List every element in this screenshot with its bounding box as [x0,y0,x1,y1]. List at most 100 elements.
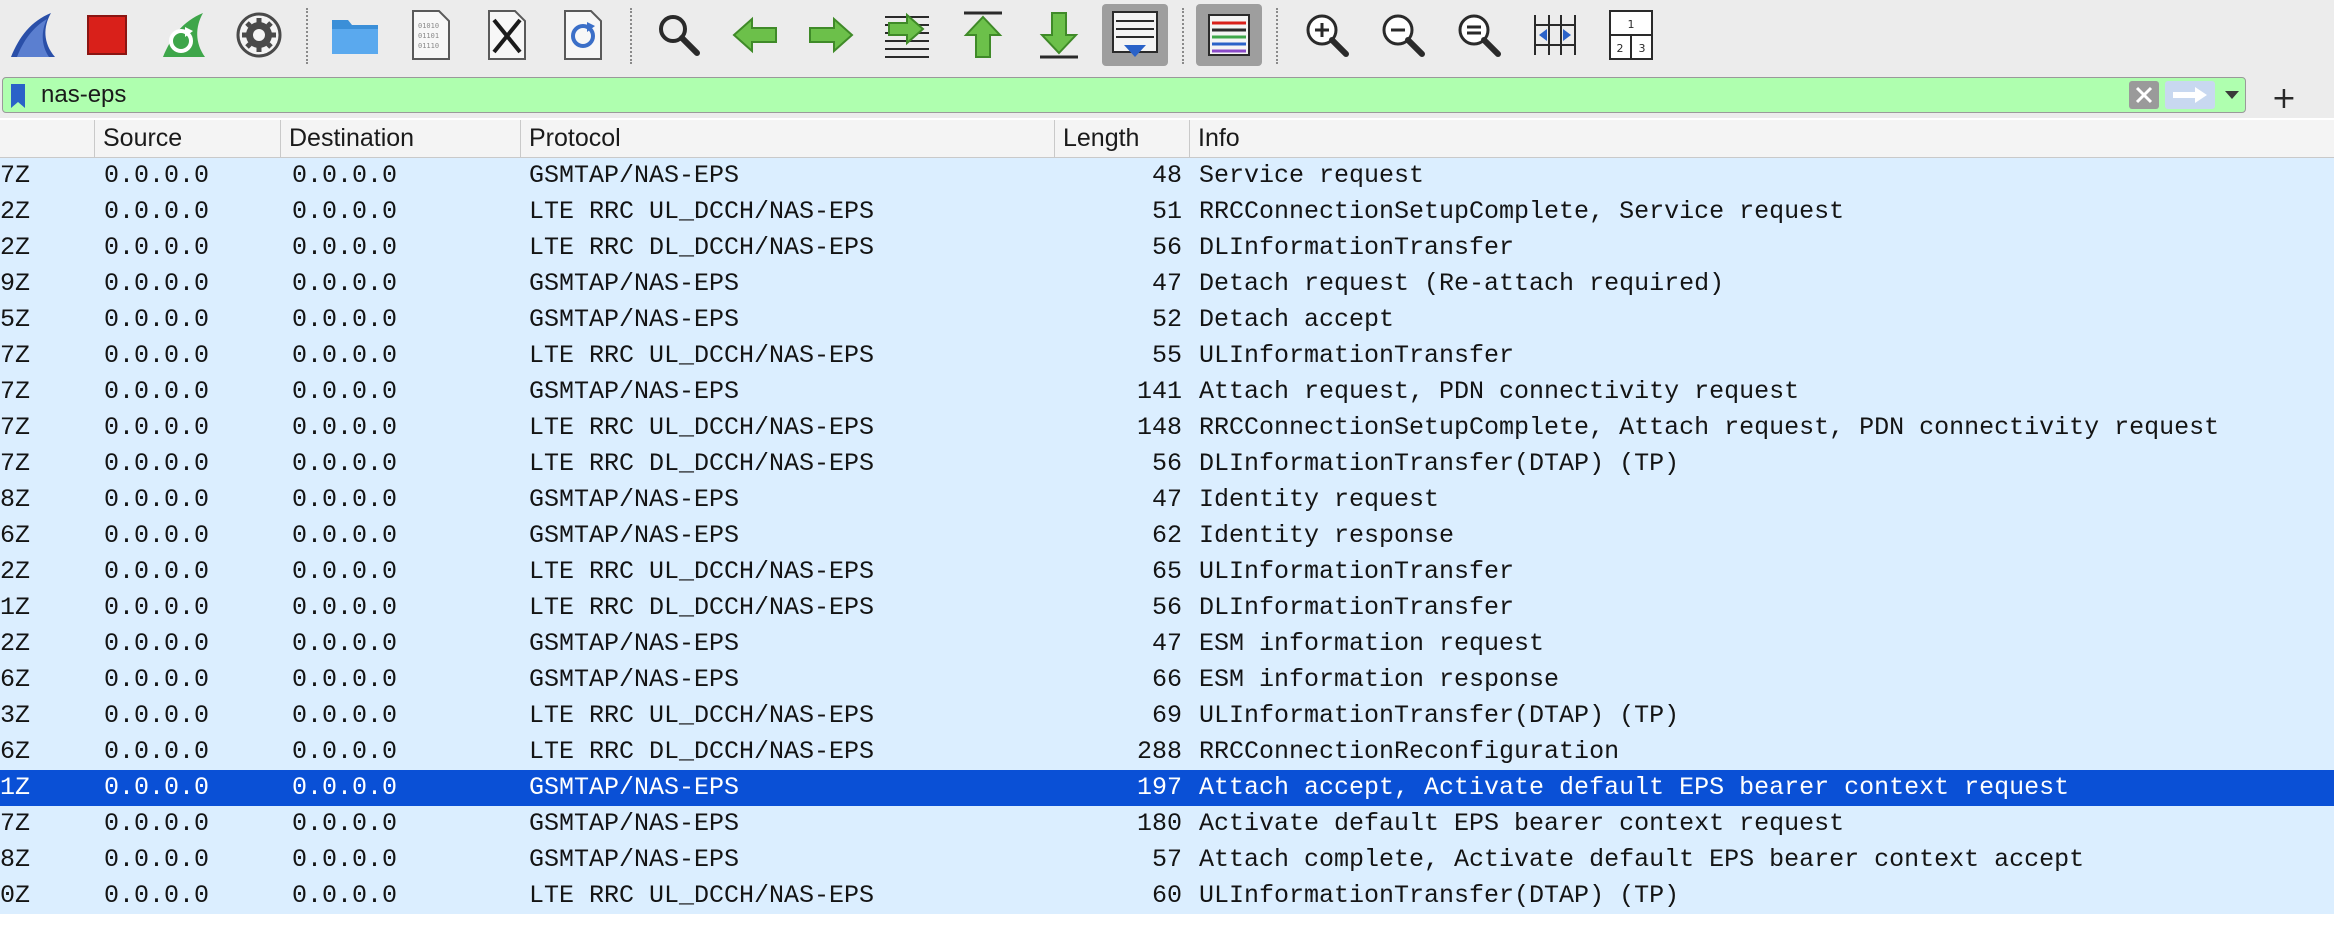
stop-square-icon [87,15,127,55]
packet-info-cell: RRCConnectionReconfiguration [1199,737,1620,766]
packet-destination-cell: 0.0.0.0 [292,845,398,874]
go-forward-button[interactable] [798,4,864,66]
packet-protocol-cell: GSMTAP/NAS-EPS [529,305,740,334]
display-filter-bar [0,74,2334,118]
packet-time-cell: 7Z [0,449,31,478]
packet-info-cell: Activate default EPS bearer context requ… [1199,809,1845,838]
packet-length-cell: 56 [1151,449,1182,478]
packet-row[interactable]: 5Z 0.0.0.0 0.0.0.0 GSMTAP/NAS-EPS 52 Detach a… [0,302,2334,338]
packet-destination-cell: 0.0.0.0 [292,593,398,622]
save-file-button[interactable]: 01010 01101 01110 [398,4,464,66]
packet-row[interactable]: 6Z 0.0.0.0 0.0.0.0 GSMTAP/NAS-EPS 62 Identity… [0,518,2334,554]
go-to-packet-button[interactable] [874,4,940,66]
packet-source-cell: 0.0.0.0 [104,485,210,514]
packet-row[interactable]: 7Z 0.0.0.0 0.0.0.0 GSMTAP/NAS-EPS 141 Attach … [0,374,2334,410]
packet-length-cell: 180 [1136,809,1182,838]
clear-filter-button[interactable] [2129,81,2159,109]
packet-row[interactable]: 0Z 0.0.0.0 0.0.0.0 LTE RRC UL_DCCH/NAS-EPS 6… [0,878,2334,914]
go-last-button[interactable] [1026,4,1092,66]
normal-size-button[interactable] [1446,4,1512,66]
open-file-button[interactable] [322,4,388,66]
packet-protocol-cell: LTE RRC UL_DCCH/NAS-EPS [529,881,875,910]
packet-length-cell: 288 [1136,737,1182,766]
packet-destination-cell: 0.0.0.0 [292,881,398,910]
packet-row[interactable]: 7Z 0.0.0.0 0.0.0.0 GSMTAP/NAS-EPS 180 Activat… [0,806,2334,842]
column-header-time[interactable] [0,120,94,157]
packet-time-cell: 6Z [0,665,31,694]
packet-row[interactable]: 7Z 0.0.0.0 0.0.0.0 GSMTAP/NAS-EPS 48 Service … [0,158,2334,194]
selected-packet-row[interactable]: 1Z 0.0.0.0 0.0.0.0 GSMTAP/NAS-EPS 197 Attach … [0,770,2334,806]
packet-row[interactable]: 7Z 0.0.0.0 0.0.0.0 LTE RRC UL_DCCH/NAS-EPS 5… [0,338,2334,374]
auto-scroll-button[interactable] [1102,4,1168,66]
packet-info-cell: ULInformationTransfer [1199,341,1515,370]
packet-info-cell: Identity request [1199,485,1440,514]
packet-time-cell: 6Z [0,737,31,766]
packet-row[interactable]: 6Z 0.0.0.0 0.0.0.0 GSMTAP/NAS-EPS 66 ESM info… [0,662,2334,698]
column-header-protocol[interactable]: Protocol [520,120,1054,157]
packet-info-cell: ESM information response [1199,665,1560,694]
packet-row[interactable]: 2Z 0.0.0.0 0.0.0.0 GSMTAP/NAS-EPS 47 ESM info… [0,626,2334,662]
toolbar-separator [1182,8,1184,64]
layout-button[interactable]: 1 2 3 [1598,4,1664,66]
zoom-out-button[interactable] [1370,4,1436,66]
packet-protocol-cell: GSMTAP/NAS-EPS [529,377,740,406]
packet-length-cell: 56 [1151,233,1182,262]
packet-row[interactable]: 2Z 0.0.0.0 0.0.0.0 LTE RRC DL_DCCH/NAS-EPS 5… [0,230,2334,266]
packet-row[interactable]: 9Z 0.0.0.0 0.0.0.0 GSMTAP/NAS-EPS 47 Detach r… [0,266,2334,302]
column-header-destination[interactable]: Destination [280,120,520,157]
go-back-button[interactable] [722,4,788,66]
toolbar-separator [1276,8,1278,64]
packet-row[interactable]: 2Z 0.0.0.0 0.0.0.0 LTE RRC UL_DCCH/NAS-EPS 6… [0,554,2334,590]
colorize-button[interactable] [1196,4,1262,66]
packet-length-cell: 69 [1151,701,1182,730]
packet-row[interactable]: 7Z 0.0.0.0 0.0.0.0 LTE RRC UL_DCCH/NAS-EPS 1… [0,410,2334,446]
packet-protocol-cell: GSMTAP/NAS-EPS [529,809,740,838]
packet-info-cell: Detach accept [1199,305,1395,334]
svg-text:1: 1 [1628,18,1635,31]
packet-time-cell: 2Z [0,197,31,226]
stop-capture-button[interactable] [74,4,140,66]
packet-length-cell: 66 [1151,665,1182,694]
packet-row[interactable]: 3Z 0.0.0.0 0.0.0.0 LTE RRC UL_DCCH/NAS-EPS 6… [0,698,2334,734]
packet-row[interactable]: 8Z 0.0.0.0 0.0.0.0 GSMTAP/NAS-EPS 47 Identity… [0,482,2334,518]
packet-row[interactable]: 6Z 0.0.0.0 0.0.0.0 LTE RRC DL_DCCH/NAS-EPS 2… [0,734,2334,770]
packet-destination-cell: 0.0.0.0 [292,521,398,550]
packet-row[interactable]: 8Z 0.0.0.0 0.0.0.0 GSMTAP/NAS-EPS 57 Attach c… [0,842,2334,878]
find-packet-button[interactable] [646,4,712,66]
column-header-info[interactable]: Info [1189,120,2334,157]
svg-text:01010: 01010 [418,22,439,30]
display-filter-input[interactable] [41,78,2121,112]
packet-source-cell: 0.0.0.0 [104,449,210,478]
zoom-in-icon [1306,14,1349,57]
packet-list-header: Source Destination Protocol Length Info [0,120,2334,158]
resize-columns-icon [1534,15,1576,55]
packet-protocol-cell: GSMTAP/NAS-EPS [529,521,740,550]
packet-row[interactable]: 2Z 0.0.0.0 0.0.0.0 LTE RRC UL_DCCH/NAS-EPS 5… [0,194,2334,230]
bookmark-icon[interactable] [9,82,27,110]
packet-protocol-cell: GSMTAP/NAS-EPS [529,773,740,802]
packet-source-cell: 0.0.0.0 [104,269,210,298]
column-header-length[interactable]: Length [1054,120,1189,157]
apply-filter-button[interactable] [2165,81,2215,109]
add-filter-button[interactable]: + [2266,80,2302,116]
go-first-button[interactable] [950,4,1016,66]
column-header-source[interactable]: Source [94,120,280,157]
reload-file-button[interactable] [550,4,616,66]
colorize-lines-icon [1208,14,1250,56]
start-capture-button[interactable] [0,4,66,66]
packet-time-cell: 7Z [0,341,31,370]
packet-source-cell: 0.0.0.0 [104,845,210,874]
zoom-in-button[interactable] [1294,4,1360,66]
restart-capture-button[interactable] [150,4,216,66]
capture-options-button[interactable] [226,4,292,66]
packet-row[interactable]: 1Z 0.0.0.0 0.0.0.0 LTE RRC DL_DCCH/NAS-EPS 5… [0,590,2334,626]
packet-row[interactable]: 7Z 0.0.0.0 0.0.0.0 LTE RRC DL_DCCH/NAS-EPS 5… [0,446,2334,482]
resize-columns-button[interactable] [1522,4,1588,66]
packet-info-cell: ULInformationTransfer [1199,557,1515,586]
filter-history-dropdown[interactable] [2221,81,2243,109]
packet-info-cell: Attach complete, Activate default EPS be… [1199,845,2085,874]
packet-destination-cell: 0.0.0.0 [292,161,398,190]
packet-time-cell: 0Z [0,881,31,910]
close-file-button[interactable] [474,4,540,66]
packet-protocol-cell: LTE RRC UL_DCCH/NAS-EPS [529,413,875,442]
